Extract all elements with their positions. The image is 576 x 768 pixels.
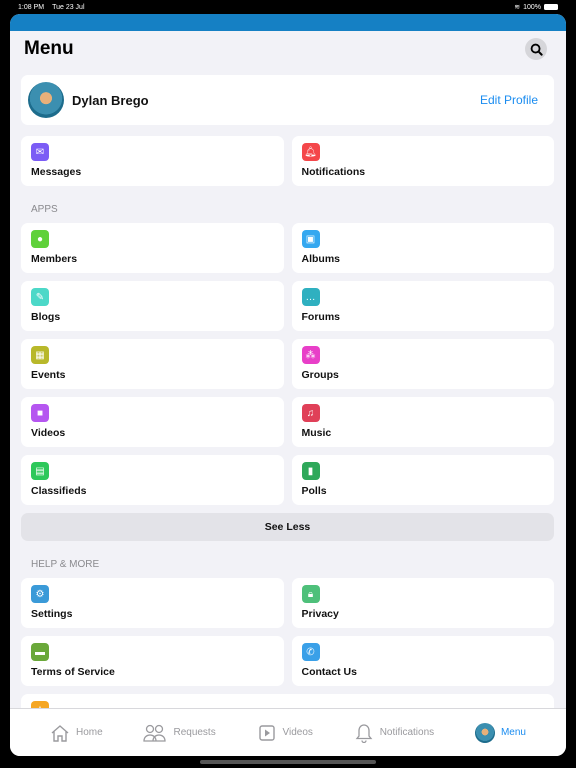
status-date: Tue 23 Jul	[52, 3, 85, 11]
menu-item-label: Messages	[31, 166, 82, 178]
forums-icon: …	[301, 288, 320, 306]
menu-item-blogs[interactable]: ✎ Blogs	[21, 281, 284, 331]
apps-heading: APPS	[31, 204, 58, 215]
menu-item-label: Albums	[301, 253, 341, 265]
battery-percent: 100%	[523, 3, 541, 11]
bar-chart-icon: ▮	[301, 462, 320, 480]
tab-requests[interactable]: Requests	[143, 723, 216, 743]
menu-item-contact-us[interactable]: ✆ Contact Us	[291, 636, 554, 686]
tab-label: Requests	[173, 727, 216, 738]
menu-row: ✎ Blogs … Forums	[21, 281, 554, 331]
menu-item-label: Videos	[31, 427, 66, 439]
menu-item-label: Terms of Service	[31, 666, 115, 678]
gear-icon: ⚙	[31, 585, 49, 603]
status-bar: 1:08 PM Tue 23 Jul ≋ 100%	[0, 0, 576, 14]
menu-item-notifications[interactable]: 🔔︎ Notifications	[291, 136, 554, 186]
home-icon	[51, 724, 69, 742]
people-icon	[143, 724, 167, 742]
albums-icon: ▣	[301, 230, 320, 248]
menu-item-label: Members	[31, 253, 78, 265]
menu-item-polls[interactable]: ▮ Polls	[291, 455, 554, 505]
tab-menu[interactable]: Menu	[474, 722, 526, 743]
menu-item-label: Polls	[301, 485, 327, 497]
calendar-icon: ▦	[31, 346, 49, 364]
menu-item-settings[interactable]: ⚙ Settings	[21, 578, 284, 628]
menu-item-label: Music	[301, 427, 332, 439]
search-icon	[530, 43, 543, 56]
menu-item-music[interactable]: ♫ Music	[291, 397, 554, 447]
envelope-icon: ✉	[31, 143, 49, 161]
menu-row: ⚙ Settings 🔒︎ Privacy	[21, 578, 554, 628]
avatar	[28, 82, 64, 118]
tab-videos[interactable]: Videos	[257, 723, 313, 743]
menu-row: ▤ Classifieds ▮ Polls	[21, 455, 554, 505]
groups-icon: ⁂	[301, 346, 320, 364]
status-time: 1:08 PM	[18, 3, 45, 11]
menu-item-label: Privacy	[301, 608, 339, 620]
menu-item-classifieds[interactable]: ▤ Classifieds	[21, 455, 284, 505]
see-less-button[interactable]: See Less	[21, 513, 554, 541]
menu-item-albums[interactable]: ▣ Albums	[291, 223, 554, 273]
menu-row: ▦ Events ⁂ Groups	[21, 339, 554, 389]
top-accent-bar	[10, 14, 566, 31]
menu-item-label: Classifieds	[31, 485, 87, 497]
classifieds-icon: ▤	[31, 462, 49, 480]
avatar	[474, 722, 495, 743]
wifi-icon: ≋	[514, 4, 521, 11]
search-button[interactable]	[525, 38, 547, 60]
menu-item-label: Events	[31, 369, 66, 381]
menu-item-label: Settings	[31, 608, 73, 620]
app-window: Menu Dylan Brego Edit Profile ✉ Messages 🔔…	[10, 14, 566, 756]
tab-notifications[interactable]: Notifications	[354, 723, 434, 743]
bell-icon	[355, 723, 373, 743]
menu-item-label: Contact Us	[301, 666, 357, 678]
menu-item-members[interactable]: ● Members	[21, 223, 284, 273]
tab-label: Home	[76, 727, 103, 738]
help-heading: HELP & MORE	[31, 559, 100, 570]
menu-item-terms-of-service[interactable]: ▬ Terms of Service	[21, 636, 284, 686]
music-note-icon: ♫	[301, 404, 320, 422]
menu-item-label: Forums	[301, 311, 341, 323]
menu-item-label: Groups	[301, 369, 339, 381]
menu-content: ✉ Messages 🔔︎ Notifications APPS ● Members ▣ A…	[21, 136, 554, 752]
menu-item-forums[interactable]: … Forums	[291, 281, 554, 331]
tab-home[interactable]: Home	[50, 723, 103, 743]
blogs-icon: ✎	[31, 288, 49, 306]
book-icon: ▬	[31, 643, 49, 661]
battery-icon	[544, 4, 558, 10]
lock-icon: 🔒︎	[301, 585, 320, 603]
menu-row: ▬ Terms of Service ✆ Contact Us	[21, 636, 554, 686]
edit-profile-link[interactable]: Edit Profile	[480, 93, 538, 107]
menu-item-label: Blogs	[31, 311, 61, 323]
menu-item-videos[interactable]: ■ Videos	[21, 397, 284, 447]
menu-row: ● Members ▣ Albums	[21, 223, 554, 273]
page-title: Menu	[24, 38, 74, 59]
tab-label: Videos	[282, 727, 313, 738]
profile-card[interactable]: Dylan Brego Edit Profile	[21, 75, 554, 125]
menu-item-groups[interactable]: ⁂ Groups	[291, 339, 554, 389]
play-icon	[258, 724, 275, 741]
tab-label: Menu	[500, 727, 526, 738]
video-camera-icon: ■	[31, 404, 49, 422]
menu-row: ■ Videos ♫ Music	[21, 397, 554, 447]
menu-item-label: Notifications	[301, 166, 366, 178]
bell-icon: 🔔︎	[301, 143, 320, 161]
members-icon: ●	[31, 230, 49, 248]
tab-label: Notifications	[379, 727, 435, 738]
phone-icon: ✆	[301, 643, 320, 661]
menu-item-messages[interactable]: ✉ Messages	[21, 136, 284, 186]
menu-item-privacy[interactable]: 🔒︎ Privacy	[291, 578, 554, 628]
home-indicator	[200, 760, 376, 764]
tab-bar: Home Requests Videos Notifications Menu	[10, 708, 566, 756]
profile-name: Dylan Brego	[72, 92, 149, 108]
quick-row: ✉ Messages 🔔︎ Notifications	[21, 136, 554, 186]
menu-item-events[interactable]: ▦ Events	[21, 339, 284, 389]
